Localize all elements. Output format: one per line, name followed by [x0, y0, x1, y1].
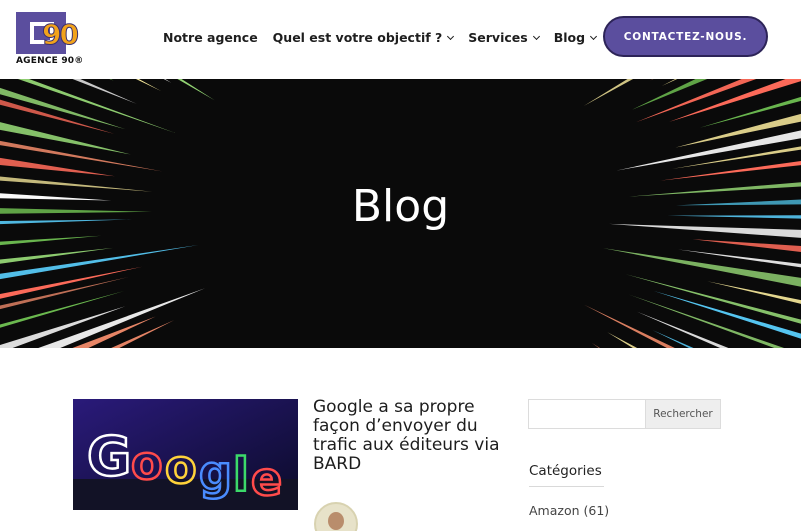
speed-line: [17, 79, 176, 133]
nav-item-blog[interactable]: Blog: [553, 30, 598, 45]
nav-item-notre-agence[interactable]: Notre agence: [163, 30, 258, 45]
post-thumbnail[interactable]: G o o g l e: [73, 399, 298, 510]
svg-text:e: e: [251, 452, 282, 506]
speed-line: [0, 157, 115, 177]
nav-item-services[interactable]: Services: [468, 30, 540, 45]
categories-heading: Catégories: [529, 463, 602, 479]
speed-line: [692, 239, 801, 252]
page-title: Blog: [351, 181, 450, 232]
agency-logo[interactable]: 90 AGENCE 90®: [16, 12, 88, 70]
post-title-link[interactable]: Google a sa propre façon d’envoyer du tr…: [313, 398, 503, 474]
speed-line: [177, 79, 215, 101]
svg-text:g: g: [199, 446, 232, 500]
speed-line: [163, 79, 172, 83]
search-button[interactable]: Rechercher: [645, 399, 721, 429]
speed-line: [0, 235, 102, 246]
chevron-down-icon: [532, 32, 540, 40]
chevron-down-icon: [590, 32, 598, 40]
speed-line: [584, 304, 675, 348]
logo-number: 90: [42, 18, 80, 52]
nav-item-label: Services: [468, 30, 528, 45]
speed-line: [135, 79, 162, 92]
speed-line: [72, 79, 137, 104]
author-avatar: [314, 502, 358, 531]
categories-divider: [529, 486, 604, 487]
speed-line: [0, 87, 126, 130]
nav-item-label: Quel est votre objectif ?: [272, 30, 443, 45]
nav-item-objectif[interactable]: Quel est votre objectif ?: [272, 30, 455, 45]
speed-line: [603, 248, 801, 287]
site-header: 90 AGENCE 90® Notre agence Quel est votr…: [0, 0, 801, 79]
svg-text:l: l: [233, 448, 249, 502]
logo-text: AGENCE 90®: [16, 56, 84, 66]
main-nav: Notre agence Quel est votre objectif ? S…: [163, 30, 611, 45]
search-input[interactable]: [528, 399, 645, 429]
speed-line: [636, 79, 757, 123]
chevron-down-icon: [447, 32, 455, 40]
speed-line: [0, 245, 199, 280]
hero-banner: Blog: [0, 79, 801, 348]
speed-line: [650, 79, 654, 81]
category-link-amazon[interactable]: Amazon (61): [529, 503, 609, 518]
contact-button[interactable]: CONTACTEZ-NOUS.: [603, 16, 768, 57]
svg-text:o: o: [131, 436, 163, 490]
speed-line: [0, 291, 125, 328]
nav-item-label: Notre agence: [163, 30, 258, 45]
speed-line: [583, 79, 634, 106]
svg-text:o: o: [165, 440, 197, 494]
speed-line: [607, 332, 638, 348]
svg-text:G: G: [87, 425, 131, 488]
google-neon-image: G o o g l e: [73, 399, 298, 510]
nav-item-label: Blog: [553, 30, 586, 45]
speed-line: [653, 291, 801, 339]
